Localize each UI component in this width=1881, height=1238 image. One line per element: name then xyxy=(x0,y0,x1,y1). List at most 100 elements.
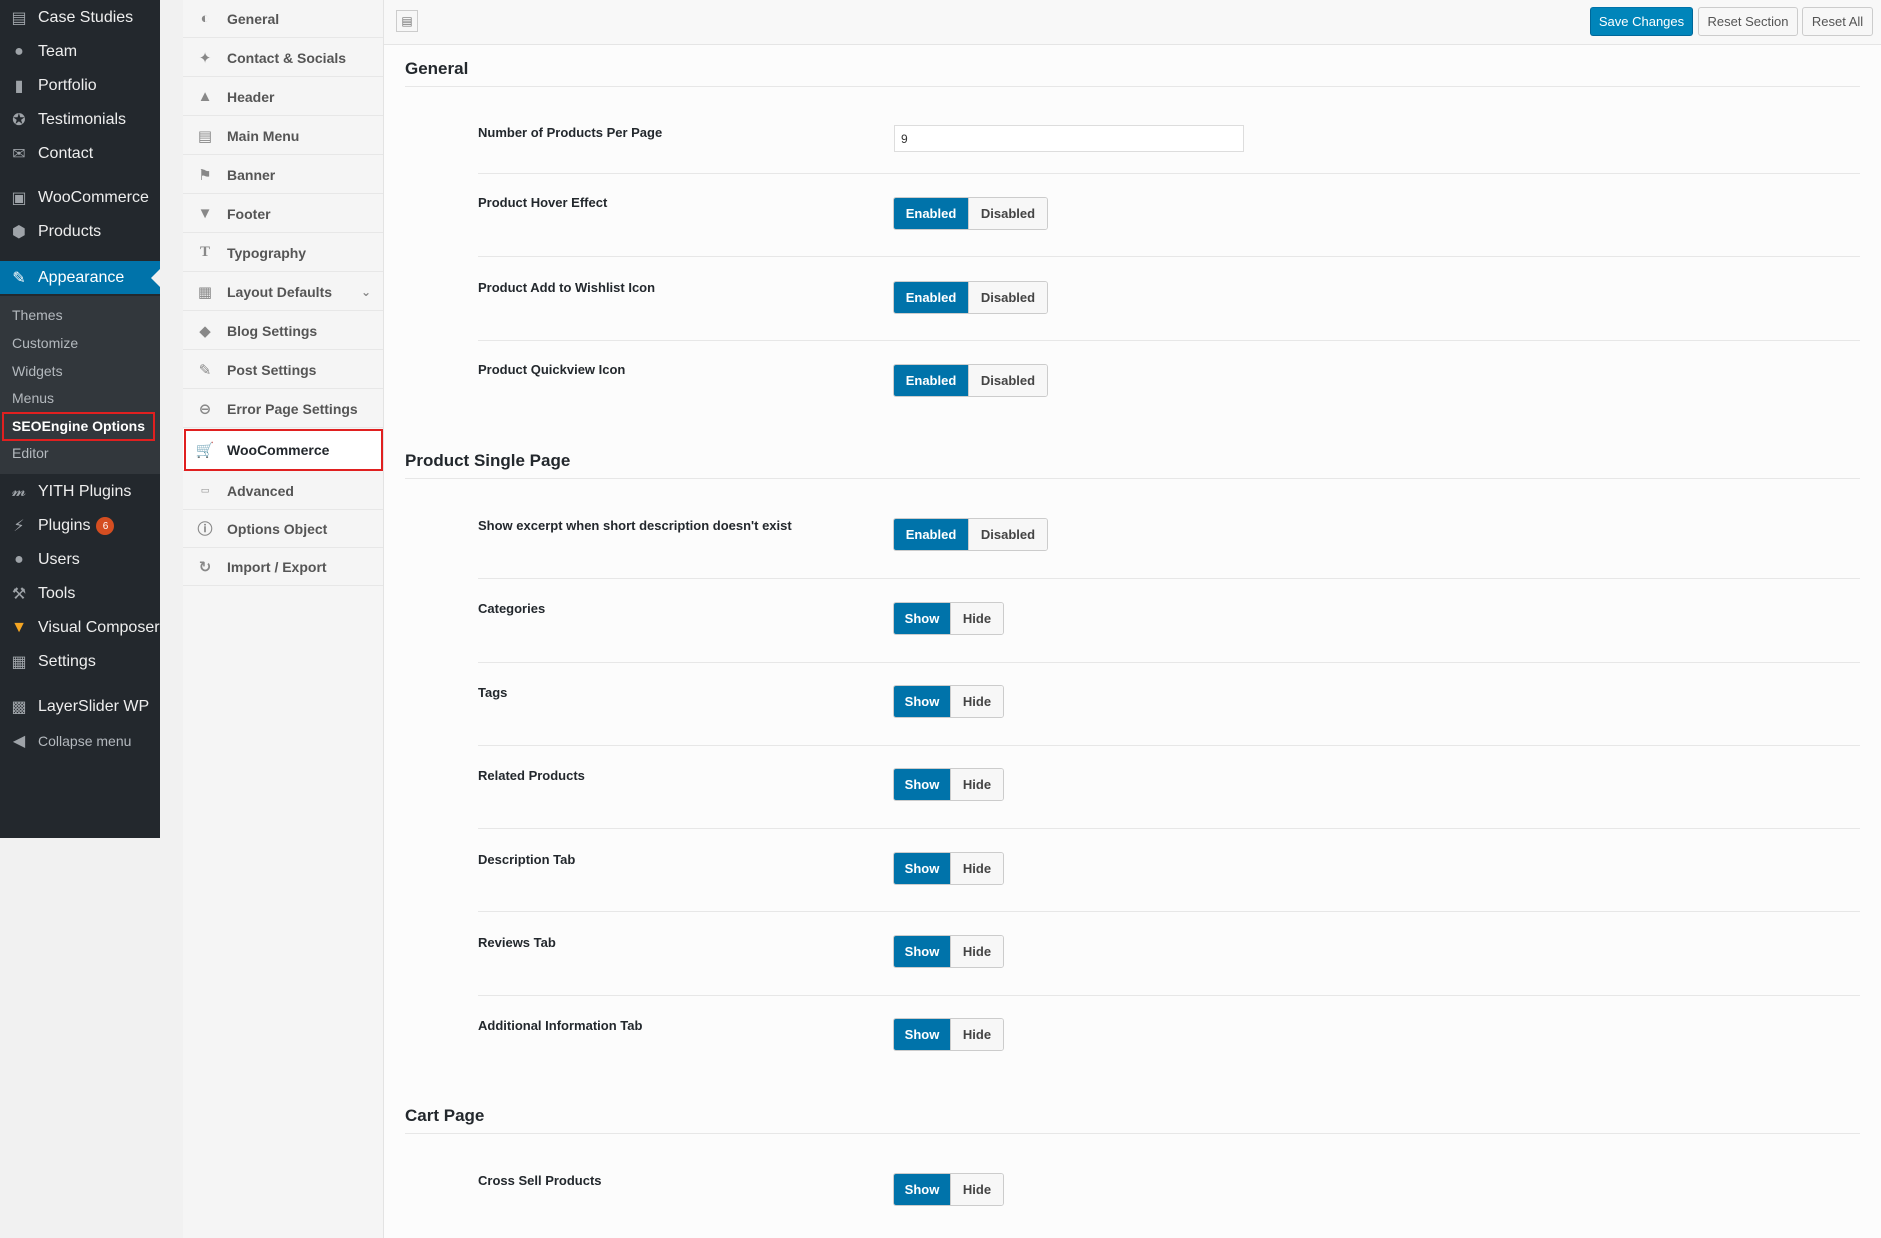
highlight-box xyxy=(184,429,383,471)
categories-toggle[interactable]: Show Hide xyxy=(893,602,1004,635)
nav-advanced[interactable]: ▭ Advanced xyxy=(183,472,383,510)
submenu-editor[interactable]: Editor xyxy=(12,445,49,461)
menu-label: Products xyxy=(38,223,102,240)
nav-import-export[interactable]: ↻ Import / Export xyxy=(183,548,383,586)
reviews-tab-toggle[interactable]: Show Hide xyxy=(893,935,1004,968)
submenu-menus[interactable]: Menus xyxy=(12,390,54,406)
nav-contact-socials[interactable]: ✦ Contact & Socials xyxy=(183,39,383,77)
submenu-widgets[interactable]: Widgets xyxy=(12,363,63,379)
menu-yith-plugins[interactable]: 𝓶 YITH Plugins xyxy=(0,475,160,509)
sliders-icon: ▦ xyxy=(11,654,27,671)
show-option[interactable]: Show xyxy=(894,1174,950,1205)
nav-layout-defaults[interactable]: ▦ Layout Defaults ⌄ xyxy=(183,273,383,311)
nav-main-menu[interactable]: ▤ Main Menu xyxy=(183,117,383,155)
description-tab-toggle[interactable]: Show Hide xyxy=(893,852,1004,885)
menu-settings[interactable]: ▦ Settings xyxy=(0,645,160,679)
show-option[interactable]: Show xyxy=(894,686,950,717)
save-changes-button[interactable]: Save Changes xyxy=(1590,7,1693,36)
plug-icon: ⚡ xyxy=(13,518,25,535)
menu-plugins[interactable]: ⚡ Plugins 6 xyxy=(0,509,160,543)
nav-label: Import / Export xyxy=(227,558,327,575)
nav-general[interactable]: ◐ General xyxy=(183,0,383,38)
hide-option[interactable]: Hide xyxy=(950,1174,1003,1205)
menu-users[interactable]: ● Users xyxy=(0,543,160,577)
menu-team[interactable]: ● Team xyxy=(0,35,160,69)
disabled-option[interactable]: Disabled xyxy=(968,365,1047,396)
dashboard-icon: ◐ xyxy=(200,10,210,27)
nav-options-object[interactable]: ⓘ Options Object xyxy=(183,510,383,548)
nav-label: Header xyxy=(227,88,275,105)
nav-error-page-settings[interactable]: ⊖ Error Page Settings xyxy=(183,390,383,428)
row-divider xyxy=(478,828,1860,829)
submenu-themes[interactable]: Themes xyxy=(12,307,63,323)
menu-contact[interactable]: ✉ Contact xyxy=(0,137,160,171)
nav-label: Footer xyxy=(227,205,271,222)
additional-info-tab-label: Additional Information Tab xyxy=(478,1018,643,1033)
disabled-option[interactable]: Disabled xyxy=(968,198,1047,229)
options-toolbar: ▤ Save Changes Reset Section Reset All xyxy=(384,0,1881,45)
nav-post-settings[interactable]: ✎ Post Settings xyxy=(183,351,383,389)
menu-layerslider[interactable]: ▩ LayerSlider WP xyxy=(0,690,160,724)
show-option[interactable]: Show xyxy=(894,936,950,967)
row-divider xyxy=(478,340,1860,341)
nav-header[interactable]: ▲ Header xyxy=(183,78,383,116)
hide-option[interactable]: Hide xyxy=(950,1019,1003,1050)
enabled-option[interactable]: Enabled xyxy=(894,365,968,396)
menu-portfolio[interactable]: ▮ Portfolio xyxy=(0,69,160,103)
woo-icon: ▣ xyxy=(11,190,27,207)
row-divider xyxy=(478,745,1860,746)
book-icon: ▤ xyxy=(11,10,27,27)
show-option[interactable]: Show xyxy=(894,1019,950,1050)
tags-icon: ◆ xyxy=(199,322,211,340)
menu-label: Case Studies xyxy=(38,9,134,26)
menu-tools[interactable]: ⚒ Tools xyxy=(0,577,160,611)
cross-sell-toggle[interactable]: Show Hide xyxy=(893,1173,1004,1206)
products-per-page-input[interactable] xyxy=(894,125,1244,152)
products-per-page-label: Number of Products Per Page xyxy=(478,125,663,140)
quickview-icon-toggle[interactable]: Enabled Disabled xyxy=(893,364,1048,397)
nav-label: Error Page Settings xyxy=(227,400,358,417)
twitter-icon: ✦ xyxy=(198,49,212,67)
menu-products[interactable]: ⬢ Products xyxy=(0,215,160,249)
menu-woocommerce[interactable]: ▣ WooCommerce xyxy=(0,181,160,215)
hide-option[interactable]: Hide xyxy=(950,769,1003,800)
menu-collapse[interactable]: ◀ Collapse menu xyxy=(0,724,160,758)
hide-option[interactable]: Hide xyxy=(950,686,1003,717)
tags-toggle[interactable]: Show Hide xyxy=(893,685,1004,718)
hide-option[interactable]: Hide xyxy=(950,853,1003,884)
menu-label: Appearance xyxy=(38,268,125,286)
submenu-customize[interactable]: Customize xyxy=(12,335,78,351)
hide-option[interactable]: Hide xyxy=(950,936,1003,967)
show-option[interactable]: Show xyxy=(894,769,950,800)
wishlist-icon-toggle[interactable]: Enabled Disabled xyxy=(893,281,1048,314)
show-option[interactable]: Show xyxy=(894,853,950,884)
menu-testimonials[interactable]: ✪ Testimonials xyxy=(0,103,160,137)
menu-appearance[interactable]: ✎ Appearance xyxy=(0,261,160,294)
additional-info-tab-toggle[interactable]: Show Hide xyxy=(893,1018,1004,1051)
show-option[interactable]: Show xyxy=(894,603,950,634)
nav-typography[interactable]: T Typography xyxy=(183,234,383,272)
css-icon: ▭ xyxy=(200,485,210,495)
row-divider xyxy=(478,662,1860,663)
menu-visual-composer[interactable]: ▼ Visual Composer xyxy=(0,611,160,645)
enabled-option[interactable]: Enabled xyxy=(894,282,968,313)
hide-option[interactable]: Hide xyxy=(950,603,1003,634)
hover-effect-toggle[interactable]: Enabled Disabled xyxy=(893,197,1048,230)
disabled-option[interactable]: Disabled xyxy=(968,282,1047,313)
reset-section-button[interactable]: Reset Section xyxy=(1698,7,1798,36)
related-products-toggle[interactable]: Show Hide xyxy=(893,768,1004,801)
menu-label: Team xyxy=(38,43,78,60)
disabled-option[interactable]: Disabled xyxy=(968,519,1047,550)
nav-footer[interactable]: ▼ Footer xyxy=(183,195,383,233)
menu-case-studies[interactable]: ▤ Case Studies xyxy=(0,1,160,35)
book-icon: ▤ xyxy=(197,127,213,145)
enabled-option[interactable]: Enabled xyxy=(894,198,968,229)
expand-layout-icon[interactable]: ▤ xyxy=(396,10,418,32)
menu-label: Settings xyxy=(38,653,96,670)
show-excerpt-toggle[interactable]: Enabled Disabled xyxy=(893,518,1048,551)
nav-banner[interactable]: ⚑ Banner xyxy=(183,156,383,194)
nav-blog-settings[interactable]: ◆ Blog Settings xyxy=(183,312,383,350)
enabled-option[interactable]: Enabled xyxy=(894,519,968,550)
section-title-product-single: Product Single Page xyxy=(405,451,571,470)
reset-all-button[interactable]: Reset All xyxy=(1802,7,1873,36)
